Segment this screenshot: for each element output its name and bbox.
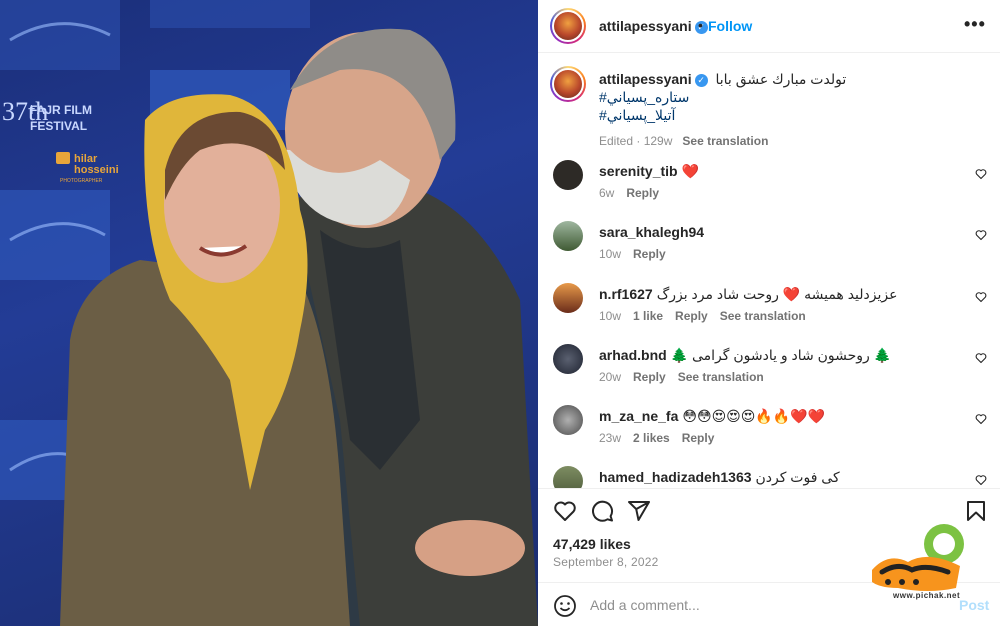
- see-translation-button[interactable]: See translation: [682, 134, 768, 148]
- heart-icon[interactable]: [975, 229, 987, 241]
- comment-meta: 6w Reply: [599, 186, 671, 200]
- comment-text-line: n.rf1627 عزیزدلید همیشه ❤️ روحت شاد مرد ب…: [599, 286, 897, 303]
- caption-line: attilapessyani ✓ تولدت مبارك عشق بابا: [599, 70, 979, 88]
- caption-username[interactable]: attilapessyani: [599, 71, 692, 87]
- comment-age: 10w: [599, 247, 622, 261]
- heart-icon[interactable]: [975, 413, 987, 425]
- heart-icon[interactable]: [975, 474, 987, 486]
- emoji-icon[interactable]: [553, 594, 577, 618]
- comment-text-line: arhad.bnd 🌲 روحشون شاد و یادشون گرامی 🌲: [599, 347, 891, 364]
- caption-meta: Edited · 129w See translation: [599, 134, 979, 148]
- reply-button[interactable]: Reply: [682, 431, 715, 445]
- comment-item: arhad.bnd 🌲 روحشون شاد و یادشون گرامی 🌲 2…: [538, 344, 1000, 398]
- follow-button[interactable]: Follow: [708, 18, 752, 34]
- comment-username[interactable]: hamed_hadizadeh1363: [599, 469, 752, 485]
- comment-avatar[interactable]: [553, 405, 583, 435]
- comment-body: کی فوت کردن: [755, 469, 840, 485]
- comment-body: 😳😳😍😍😍🔥🔥❤️❤️: [682, 408, 826, 424]
- post-header: attilapessyani ✓ • Follow •••: [538, 0, 1000, 53]
- backdrop-title: FAJR FILM: [30, 103, 92, 117]
- photographer-label: PHOTOGRAPHER: [60, 178, 103, 184]
- reply-button[interactable]: Reply: [633, 247, 666, 261]
- comment-text-line: m_za_ne_fa 😳😳😍😍😍🔥🔥❤️❤️: [599, 408, 825, 425]
- comment-avatar[interactable]: [553, 160, 583, 190]
- comment-meta: 20w Reply See translation: [599, 370, 776, 384]
- bookmark-icon[interactable]: [964, 499, 988, 523]
- see-translation-button[interactable]: See translation: [678, 370, 764, 384]
- comment-likes[interactable]: 1 like: [633, 309, 663, 323]
- comment-body: 🌲 روحشون شاد و یادشون گرامی 🌲: [670, 347, 892, 363]
- comment-text-line: hamed_hadizadeh1363 کی فوت کردن: [599, 469, 840, 486]
- comment-item: m_za_ne_fa 😳😳😍😍😍🔥🔥❤️❤️ 23w 2 likes Reply: [538, 405, 1000, 459]
- header-user: attilapessyani ✓: [599, 18, 708, 36]
- caption-avatar[interactable]: [550, 66, 586, 102]
- share-icon[interactable]: [627, 499, 651, 523]
- caption-text: تولدت مبارك عشق بابا: [715, 71, 847, 87]
- heart-icon[interactable]: [975, 291, 987, 303]
- more-icon[interactable]: •••: [964, 14, 986, 35]
- photographer-surname: hosseini: [74, 164, 119, 176]
- comment-item: sara_khalegh94 10w Reply: [538, 221, 1000, 275]
- backdrop-subtitle: FESTIVAL: [30, 119, 87, 133]
- comment-avatar[interactable]: [553, 344, 583, 374]
- photo-illustration: 37th FAJR FILM FESTIVAL hilar hosseini P…: [0, 0, 538, 626]
- avatar[interactable]: [550, 8, 586, 44]
- post-date: September 8, 2022: [553, 555, 659, 569]
- comment-avatar[interactable]: [553, 221, 583, 251]
- reply-button[interactable]: Reply: [675, 309, 708, 323]
- reply-button[interactable]: Reply: [626, 186, 659, 200]
- comment-username[interactable]: arhad.bnd: [599, 347, 667, 363]
- heart-icon[interactable]: [553, 499, 577, 523]
- header-username[interactable]: attilapessyani: [599, 18, 692, 34]
- likes-count[interactable]: 47,429 likes: [553, 536, 631, 552]
- reply-button[interactable]: Reply: [633, 370, 666, 384]
- comment-age: 23w: [599, 431, 622, 445]
- comment-age: 6w: [599, 186, 615, 200]
- comment-username[interactable]: serenity_tib: [599, 163, 678, 179]
- comment-item: n.rf1627 عزیزدلید همیشه ❤️ روحت شاد مرد ب…: [538, 283, 1000, 337]
- separator-dot: •: [698, 17, 703, 33]
- hashtag-link[interactable]: #آتيلا_پسياني: [599, 106, 979, 124]
- comment-meta: 10w Reply: [599, 247, 678, 261]
- comment-username[interactable]: m_za_ne_fa: [599, 408, 678, 424]
- comment-text-line: sara_khalegh94: [599, 224, 708, 240]
- hashtag-link[interactable]: #ستاره_پسياني: [599, 88, 979, 106]
- watermark-site: www.pichak.net: [893, 591, 961, 600]
- verified-icon: ✓: [694, 74, 708, 87]
- comment-body: عزیزدلید همیشه ❤️ روحت شاد مرد بزرگ: [656, 286, 898, 302]
- comment-username[interactable]: sara_khalegh94: [599, 224, 704, 240]
- comment-username[interactable]: n.rf1627: [599, 286, 653, 302]
- heart-icon[interactable]: [975, 352, 987, 364]
- post-photo[interactable]: 37th FAJR FILM FESTIVAL hilar hosseini P…: [0, 0, 538, 626]
- comment-avatar[interactable]: [553, 283, 583, 313]
- comment-icon[interactable]: [590, 499, 614, 523]
- see-translation-button[interactable]: See translation: [720, 309, 806, 323]
- comment-item: serenity_tib ❤️ 6w Reply: [538, 160, 1000, 214]
- heart-icon[interactable]: [975, 168, 987, 180]
- comment-body: ❤️: [681, 163, 700, 179]
- caption-edited-time: Edited · 129w: [599, 134, 673, 148]
- comment-text-line: serenity_tib ❤️: [599, 163, 699, 180]
- comment-age: 20w: [599, 370, 622, 384]
- caption-body: attilapessyani ✓ تولدت مبارك عشق بابا #ست…: [599, 70, 979, 148]
- comment-meta: 23w 2 likes Reply: [599, 431, 726, 445]
- comment-likes[interactable]: 2 likes: [633, 431, 670, 445]
- comment-meta: 10w 1 like Reply See translation: [599, 309, 818, 323]
- comment-age: 10w: [599, 309, 622, 323]
